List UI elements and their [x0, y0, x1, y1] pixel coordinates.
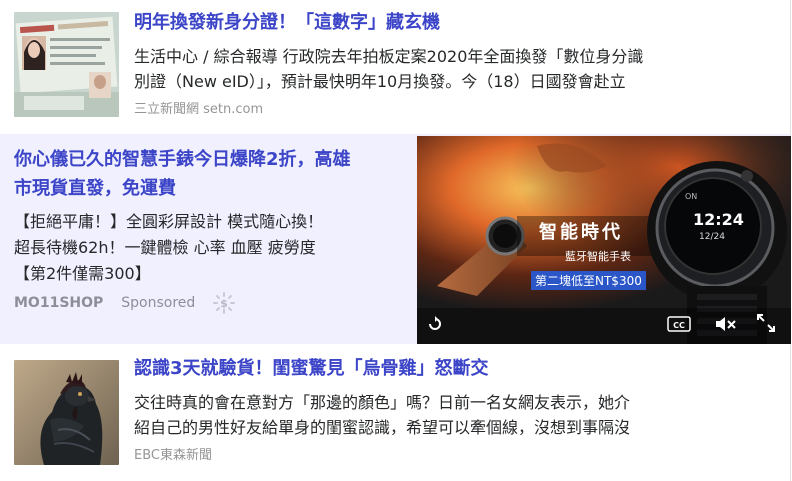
sponsored-item[interactable]: 你心儀已久的智慧手錶今日爆降2折，高雄 市現貨直發，免運費 【拒絕平庸！】全圓彩…: [0, 134, 791, 344]
summary-line: 紹自己的男性好友給單身的閨蜜認識，希望可以牽個線，沒想到事隔沒: [134, 418, 631, 437]
news-thumbnail-rooster[interactable]: [14, 360, 119, 465]
sponsored-label: Sponsored: [121, 295, 196, 311]
news-item[interactable]: 認識3天就驗貨！閨蜜驚見「烏骨雞」怒斷交 交往時真的會在意對方「那邊的顏色」嗎？…: [0, 346, 790, 481]
news-item[interactable]: 明年換發新身分證！「這數字」藏玄機 生活中心 / 綜合報導 行政院去年拍板定案2…: [0, 0, 790, 134]
advertiser-name[interactable]: MO11SHOP: [14, 295, 103, 311]
news-title[interactable]: 明年換發新身分證！「這數字」藏玄機: [134, 10, 770, 36]
watch-date: 12/24: [699, 232, 725, 242]
news-thumbnail-id-card[interactable]: [14, 12, 119, 117]
sponsored-title-line[interactable]: 市現貨直發，免運費: [14, 174, 404, 203]
sponsored-description: 【拒絕平庸！】全圓彩屏設計 模式隨心換！ 超長待機62h！一鍵體檢 心率 血壓 …: [14, 209, 404, 287]
fullscreen-icon[interactable]: [757, 314, 775, 336]
mute-icon[interactable]: [715, 316, 737, 336]
news-source[interactable]: 三立新聞網 setn.com: [134, 102, 770, 118]
summary-line: 生活中心 / 綜合報導 行政院去年拍板定案2020年全面換發「數位身分識: [134, 47, 644, 66]
sponsored-title[interactable]: 你心儀已久的智慧手錶今日爆降2折，高雄 市現貨直發，免運費: [14, 145, 404, 203]
watch-time: 12:24: [693, 210, 744, 229]
description-line: 【第2件僅需300】: [14, 264, 151, 283]
svg-text:$: $: [220, 297, 228, 310]
replay-icon[interactable]: [427, 316, 443, 336]
watch-label: ON: [685, 192, 698, 201]
ad-choice-icon[interactable]: $: [213, 292, 236, 314]
cc-icon[interactable]: CC: [667, 316, 691, 336]
news-title[interactable]: 認識3天就驗貨！閨蜜驚見「烏骨雞」怒斷交: [134, 356, 770, 382]
news-body: 明年換發新身分證！「這數字」藏玄機 生活中心 / 綜合報導 行政院去年拍板定案2…: [134, 10, 770, 118]
video-subhead: 藍牙智能手表: [565, 250, 631, 263]
sponsored-text: 你心儀已久的智慧手錶今日爆降2折，高雄 市現貨直發，免運費 【拒絕平庸！】全圓彩…: [14, 134, 404, 314]
video-price-tag: 第二塊低至NT$300: [531, 271, 646, 290]
summary-line: 別證（New eID）」，預計最快明年10月換發。今（18）日國發會赴立: [134, 72, 626, 91]
summary-line: 交往時真的會在意對方「那邊的顏色」嗎？日前一名女網友表示，她介: [134, 393, 631, 412]
description-line: 【拒絕平庸！】全圓彩屏設計 模式隨心換！: [14, 212, 324, 231]
news-source[interactable]: EBC東森新聞: [134, 448, 770, 464]
sponsored-title-line[interactable]: 你心儀已久的智慧手錶今日爆降2折，高雄: [14, 145, 404, 174]
sponsored-meta: MO11SHOP Sponsored $: [14, 292, 236, 314]
news-summary: 交往時真的會在意對方「那邊的顏色」嗎？日前一名女網友表示，她介 紹自己的男性好友…: [134, 390, 770, 440]
svg-text:CC: CC: [673, 321, 685, 330]
video-headline: 智能時代: [539, 222, 623, 243]
description-line: 超長待機62h！一鍵體檢 心率 血壓 疲勞度: [14, 238, 316, 257]
news-body: 認識3天就驗貨！閨蜜驚見「烏骨雞」怒斷交 交往時真的會在意對方「那邊的顏色」嗎？…: [134, 356, 770, 464]
news-summary: 生活中心 / 綜合報導 行政院去年拍板定案2020年全面換發「數位身分識 別證（…: [134, 44, 770, 94]
sponsored-video[interactable]: 智能時代 藍牙智能手表 第二塊低至NT$300 12:24 12/24 ON C…: [417, 136, 791, 344]
news-feed: 明年換發新身分證！「這數字」藏玄機 生活中心 / 綜合報導 行政院去年拍板定案2…: [0, 0, 791, 481]
